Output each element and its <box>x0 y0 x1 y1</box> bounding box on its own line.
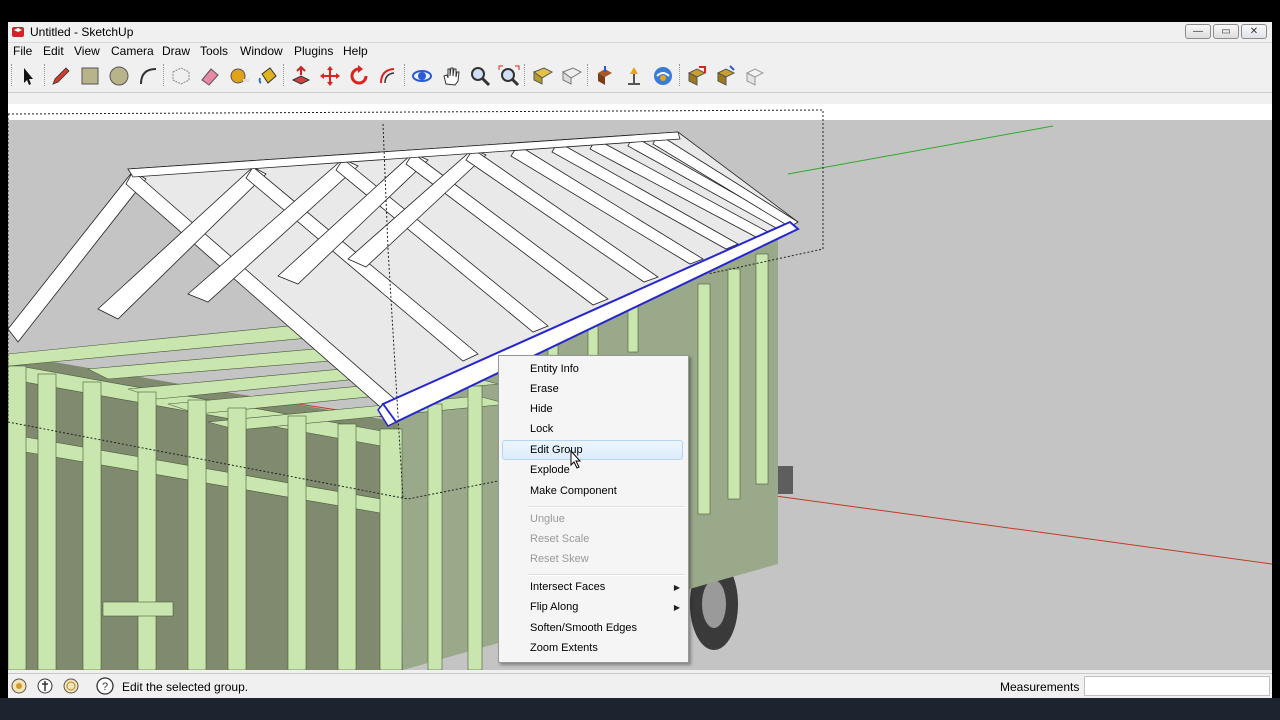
sky <box>8 104 1272 120</box>
toolbar-separator <box>404 64 408 86</box>
tape-measure-icon[interactable] <box>227 64 251 88</box>
menu-flip-along[interactable]: Flip Along <box>530 601 578 613</box>
google-earth-icon[interactable] <box>559 64 583 88</box>
toolbar-separator <box>163 64 167 86</box>
measurements-label: Measurements <box>1000 680 1080 694</box>
toolbar-separator <box>587 64 591 86</box>
paint-bucket-icon[interactable] <box>256 64 280 88</box>
taskbar <box>0 698 1280 720</box>
get-models-icon[interactable] <box>593 64 617 88</box>
zoom-icon[interactable] <box>468 64 492 88</box>
submenu-arrow-icon: ▶ <box>673 603 680 612</box>
menu-file[interactable]: File <box>13 44 32 58</box>
toolbar-grip[interactable] <box>11 64 15 86</box>
menu-unglue: Unglue <box>530 513 565 525</box>
offset-icon[interactable] <box>376 64 400 88</box>
close-icon: ✕ <box>1249 26 1259 37</box>
geo-location-icon[interactable] <box>10 677 28 695</box>
minimize-button[interactable]: — <box>1185 24 1211 39</box>
menu-intersect-faces[interactable]: Intersect Faces <box>530 581 605 593</box>
zoom-extents-icon[interactable] <box>497 64 521 88</box>
push-pull-icon[interactable] <box>289 64 313 88</box>
toolbar-separator <box>283 64 287 86</box>
menu-explode[interactable]: Explode <box>530 464 570 476</box>
toolbar-separator <box>679 64 683 86</box>
status-message: Edit the selected group. <box>122 680 249 694</box>
menu-zoom-extents[interactable]: Zoom Extents <box>530 642 598 654</box>
menu-reset-scale: Reset Scale <box>530 533 590 545</box>
main-toolbar <box>8 60 1272 93</box>
context-menu-separator <box>527 506 685 508</box>
window-title: Untitled - SketchUp <box>30 25 134 39</box>
menu-plugins[interactable]: Plugins <box>294 44 333 58</box>
status-bar: ? Edit the selected group. Measurements <box>8 673 1272 699</box>
make-component-icon[interactable] <box>169 64 193 88</box>
menu-reset-skew: Reset Skew <box>530 553 589 565</box>
close-button[interactable]: ✕ <box>1241 24 1267 39</box>
menu-view[interactable]: View <box>74 44 100 58</box>
move-icon[interactable] <box>318 64 342 88</box>
photo-textures-icon[interactable] <box>685 64 709 88</box>
menu-draw[interactable]: Draw <box>162 44 190 58</box>
maximize-button[interactable]: ▭ <box>1213 24 1239 39</box>
eraser-icon[interactable] <box>198 64 222 88</box>
share-model-icon[interactable] <box>622 64 646 88</box>
svg-text:?: ? <box>102 681 108 693</box>
toolbar-separator <box>524 64 528 86</box>
title-bar: Untitled - SketchUp — ▭ ✕ <box>8 22 1272 43</box>
menu-camera[interactable]: Camera <box>111 44 154 58</box>
mouse-cursor-icon <box>570 450 582 469</box>
submenu-arrow-icon: ▶ <box>673 583 680 592</box>
add-location-icon[interactable] <box>530 64 554 88</box>
menu-erase[interactable]: Erase <box>530 383 559 395</box>
context-menu-separator <box>527 574 685 576</box>
get-components-icon[interactable] <box>714 64 738 88</box>
credits-icon[interactable] <box>36 677 54 695</box>
rectangle-icon[interactable] <box>78 64 102 88</box>
share-components-icon[interactable] <box>743 64 767 88</box>
orbit-icon[interactable] <box>410 64 434 88</box>
user-icon[interactable] <box>62 677 80 695</box>
menu-help[interactable]: Help <box>343 44 368 58</box>
menu-edit[interactable]: Edit <box>43 44 64 58</box>
menu-entity-info[interactable]: Entity Info <box>530 363 579 375</box>
restore-icon: ▭ <box>1221 26 1231 37</box>
circle-icon[interactable] <box>107 64 131 88</box>
menu-window[interactable]: Window <box>240 44 283 58</box>
context-menu: Entity Info Erase Hide Lock Edit Group E… <box>498 355 689 663</box>
menu-soften-smooth-edges[interactable]: Soften/Smooth Edges <box>530 622 637 634</box>
share-component-icon[interactable] <box>651 64 675 88</box>
arc-icon[interactable] <box>136 64 160 88</box>
measurements-input[interactable] <box>1084 676 1270 696</box>
select-icon[interactable] <box>16 64 40 88</box>
sketchup-app-icon <box>12 27 24 37</box>
menu-hide[interactable]: Hide <box>530 403 553 415</box>
toolbar-separator <box>44 64 48 86</box>
menu-lock[interactable]: Lock <box>530 423 553 435</box>
menu-bar: File Edit View Camera Draw Tools Window … <box>8 42 1272 60</box>
minimize-icon: — <box>1193 26 1203 37</box>
rotate-icon[interactable] <box>347 64 371 88</box>
pencil-icon[interactable] <box>49 64 73 88</box>
menu-make-component[interactable]: Make Component <box>530 485 617 497</box>
help-icon[interactable]: ? <box>96 677 114 695</box>
menu-tools[interactable]: Tools <box>200 44 228 58</box>
pan-icon[interactable] <box>439 64 463 88</box>
